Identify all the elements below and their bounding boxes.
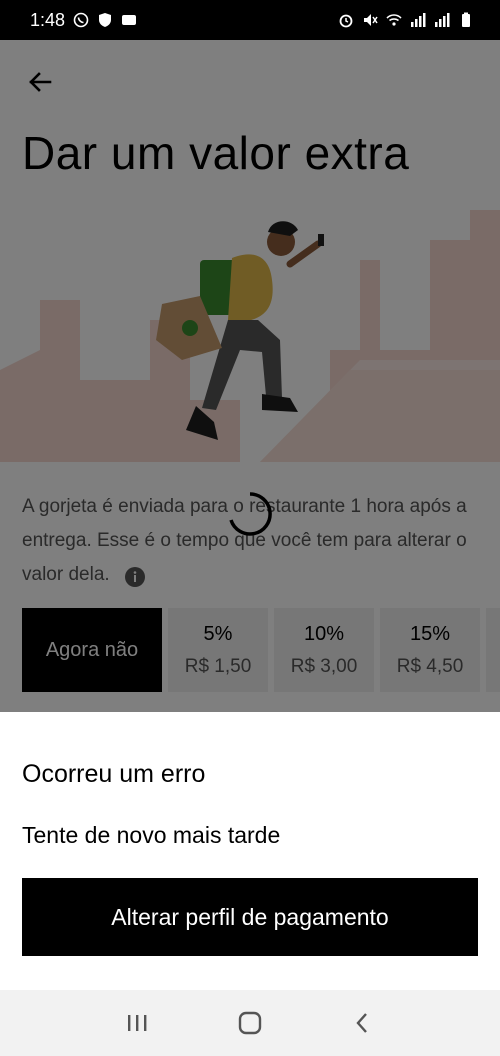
notification-icon: [121, 12, 137, 28]
alarm-icon: [338, 12, 354, 28]
signal-icon: [434, 12, 450, 28]
whatsapp-icon: [73, 12, 89, 28]
status-bar: 1:48: [0, 0, 500, 40]
system-nav-bar: [0, 990, 500, 1056]
wifi-icon: [386, 12, 402, 28]
back-icon[interactable]: [343, 1003, 383, 1043]
signal-icon: [410, 12, 426, 28]
error-title: Ocorreu um erro: [22, 760, 206, 788]
recent-apps-icon[interactable]: [117, 1003, 157, 1043]
home-icon[interactable]: [230, 1003, 270, 1043]
error-bottom-sheet: Ocorreu um erro Tente de novo mais tarde…: [0, 712, 500, 990]
status-time: 1:48: [30, 9, 66, 30]
loading-spinner-icon: [226, 490, 274, 538]
error-message: Tente de novo mais tarde: [22, 822, 281, 848]
shield-icon: [97, 12, 113, 28]
modal-overlay[interactable]: [0, 40, 500, 712]
status-right: [338, 12, 474, 28]
mute-icon: [362, 12, 378, 28]
battery-icon: [458, 12, 474, 28]
status-left: 1:48: [30, 10, 137, 31]
change-payment-profile-button[interactable]: Alterar perfil de pagamento: [22, 878, 478, 956]
